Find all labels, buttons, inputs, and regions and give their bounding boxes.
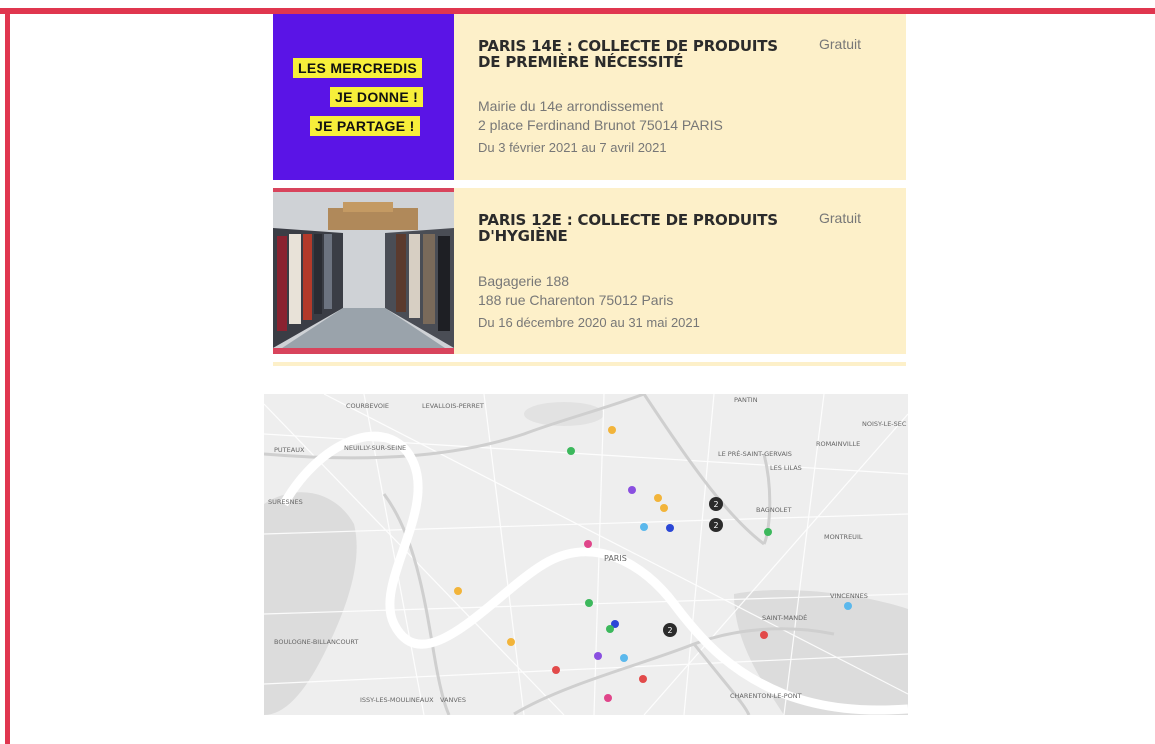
map-place-label: VANVES: [440, 696, 466, 704]
map-cluster-marker[interactable]: 2: [663, 623, 677, 637]
map-place-label: CHARENTON-LE-PONT: [730, 692, 802, 700]
map-marker[interactable]: [585, 599, 593, 607]
map-place-label: LES LILAS: [770, 464, 802, 472]
map-marker[interactable]: [604, 694, 612, 702]
map-canvas[interactable]: COURBEVOIE LEVALLOIS-PERRET PUTEAUX NEUILLY…: [264, 394, 908, 715]
map-place-label: ISSY-LES-MOULINEAUX: [360, 696, 434, 704]
event-card[interactable]: PARIS 12E : COLLECTE DE PRODUITS D'HYGIÈ…: [273, 188, 906, 354]
map-place-label: COURBEVOIE: [346, 402, 389, 410]
map-marker[interactable]: [594, 652, 602, 660]
map-marker[interactable]: [639, 675, 647, 683]
map-place-label: ROMAINVILLE: [816, 440, 860, 448]
map-cluster-marker[interactable]: 2: [709, 497, 723, 511]
event-title[interactable]: PARIS 12E : COLLECTE DE PRODUITS D'HYGIÈ…: [478, 212, 798, 244]
event-thumbnail: LES MERCREDIS JE DONNE ! JE PARTAGE !: [273, 14, 454, 180]
event-title[interactable]: PARIS 14E : COLLECTE DE PRODUITS DE PREM…: [478, 38, 798, 70]
map-marker[interactable]: [507, 638, 515, 646]
map-marker[interactable]: [620, 654, 628, 662]
map-place-label: BAGNOLET: [756, 506, 792, 514]
map-marker[interactable]: [606, 625, 614, 633]
map-place-label: PUTEAUX: [274, 446, 305, 454]
map-marker[interactable]: [584, 540, 592, 548]
map-marker[interactable]: [552, 666, 560, 674]
thumbnail-badge: JE DONNE !: [330, 87, 424, 107]
event-venue: Mairie du 14e arrondissement: [478, 98, 664, 114]
map-cluster-count: 2: [667, 626, 672, 635]
event-price: Gratuit: [818, 36, 861, 52]
map-place-label: SURESNES: [268, 498, 303, 506]
clothing-rack-photo: [273, 188, 454, 354]
map-marker[interactable]: [628, 486, 636, 494]
map-place-label: LE PRÉ-SAINT-GERVAIS: [718, 449, 792, 458]
thumbnail-badge: LES MERCREDIS: [293, 58, 423, 78]
map-cluster-count: 2: [713, 500, 718, 509]
map-place-label: LEVALLOIS-PERRET: [422, 402, 484, 410]
map-place-label: NEUILLY-SUR-SEINE: [344, 444, 406, 452]
event-card[interactable]: LES MERCREDIS JE DONNE ! JE PARTAGE ! PA…: [273, 14, 906, 180]
event-dates: Du 3 février 2021 au 7 avril 2021: [478, 140, 667, 155]
map-marker[interactable]: [654, 494, 662, 502]
thumbnail-badge: JE PARTAGE !: [310, 116, 420, 136]
map-marker[interactable]: [844, 602, 852, 610]
event-card-partial[interactable]: [273, 362, 906, 366]
map-place-label: NOISY-LE-SEC: [862, 420, 907, 428]
map-marker[interactable]: [640, 523, 648, 531]
map-marker[interactable]: [660, 504, 668, 512]
map-marker[interactable]: [760, 631, 768, 639]
event-location: Mairie du 14e arrondissement 2 place Fer…: [478, 97, 723, 135]
map-marker[interactable]: [454, 587, 462, 595]
map-place-label: PANTIN: [734, 396, 758, 404]
event-address: 188 rue Charenton 75012 Paris: [478, 292, 674, 308]
frame-left-border: [5, 8, 10, 744]
map-place-label: BOULOGNE-BILLANCOURT: [274, 638, 358, 646]
event-venue: Bagagerie 188: [478, 273, 570, 289]
map-marker[interactable]: [608, 426, 616, 434]
event-price: Gratuit: [818, 210, 861, 226]
map-cluster-marker[interactable]: 2: [709, 518, 723, 532]
map-place-label: MONTREUIL: [824, 533, 863, 541]
map-marker[interactable]: [764, 528, 772, 536]
event-location: Bagagerie 188 188 rue Charenton 75012 Pa…: [478, 272, 673, 310]
event-address: 2 place Ferdinand Brunot 75014 PARIS: [478, 117, 723, 133]
event-dates: Du 16 décembre 2020 au 31 mai 2021: [478, 315, 700, 330]
event-thumbnail: [273, 188, 454, 354]
map-marker[interactable]: [567, 447, 575, 455]
map-place-label: PARIS: [604, 554, 627, 563]
map-place-label: VINCENNES: [830, 592, 868, 600]
events-map[interactable]: COURBEVOIE LEVALLOIS-PERRET PUTEAUX NEUILLY…: [264, 394, 908, 715]
map-marker[interactable]: [666, 524, 674, 532]
map-cluster-count: 2: [713, 521, 718, 530]
map-place-label: SAINT-MANDÉ: [762, 613, 807, 622]
